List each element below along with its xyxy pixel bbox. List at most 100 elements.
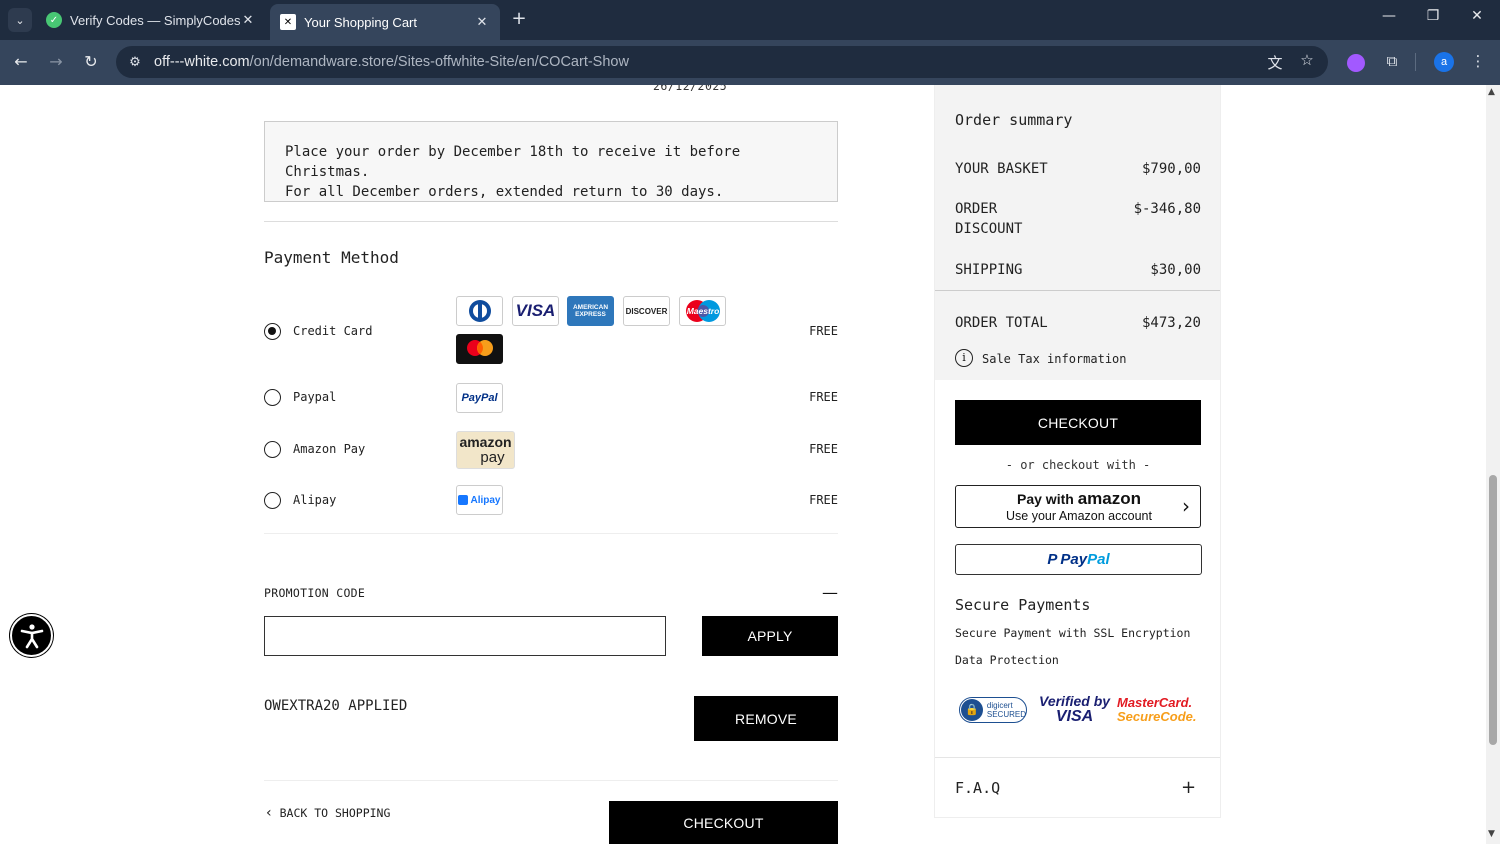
divider xyxy=(264,533,838,534)
secure-payments-title: Secure Payments xyxy=(955,596,1091,614)
paypal-word-b: Pal xyxy=(1087,551,1110,568)
close-tab-icon[interactable]: ✕ xyxy=(474,15,490,30)
alipay-mark-icon xyxy=(458,495,469,505)
mastercard-text: MasterCard. xyxy=(1117,695,1193,710)
promotion-code-input[interactable] xyxy=(264,616,666,656)
payment-option-alipay[interactable]: Alipay Alipay FREE xyxy=(264,485,838,515)
faq-title[interactable]: F.A.Q xyxy=(955,779,1000,797)
payment-label: Credit Card xyxy=(293,324,373,338)
address-bar[interactable]: ⚙ off---white.com/on/demandware.store/Si… xyxy=(116,46,1328,78)
amazon-pay-subtitle: Use your Amazon account xyxy=(1006,509,1152,523)
lock-icon: 🔒 xyxy=(961,699,983,721)
forward-arrow-icon[interactable]: → xyxy=(44,50,68,74)
alipay-logo-icon: Alipay xyxy=(456,485,503,515)
pay-logo-word: pay xyxy=(480,449,505,466)
page-scrollbar[interactable]: ▲ ▼ xyxy=(1486,85,1500,844)
back-arrow-icon[interactable]: ← xyxy=(9,50,33,74)
bookmark-star-icon[interactable]: ☆ xyxy=(1296,51,1318,69)
close-window-icon[interactable]: ✕ xyxy=(1462,8,1492,24)
mastercard-securecode-badge: MasterCard. SecureCode. xyxy=(1117,696,1196,724)
radio-credit-card[interactable] xyxy=(264,323,281,340)
visa-icon: VISA xyxy=(512,296,559,326)
amex-icon: AMERICAN EXPRESS xyxy=(567,296,614,326)
close-tab-icon[interactable]: ✕ xyxy=(240,13,256,28)
new-tab-plus-icon[interactable]: + xyxy=(508,8,530,30)
summary-divider xyxy=(935,290,1220,291)
minimize-icon[interactable]: — xyxy=(1374,8,1404,24)
mastercard-icon xyxy=(456,334,503,364)
amazon-pay-title: Pay with amazon xyxy=(956,489,1202,509)
payment-option-amazon-pay[interactable]: Amazon Pay amazon pay FREE xyxy=(264,431,838,471)
diners-club-icon xyxy=(456,296,503,326)
maestro-icon: Maestro xyxy=(679,296,726,326)
accessibility-icon[interactable] xyxy=(10,614,53,657)
chevron-left-icon: ‹ xyxy=(266,805,272,821)
or-checkout-with-text: - or checkout with - xyxy=(1005,458,1151,472)
payment-method-title: Payment Method xyxy=(264,248,399,267)
christmas-notice: Place your order by December 18th to rec… xyxy=(264,121,838,202)
extensions-puzzle-icon[interactable]: ⧉ xyxy=(1381,52,1403,70)
radio-paypal[interactable] xyxy=(264,389,281,406)
apply-button[interactable]: APPLY xyxy=(702,616,838,656)
notice-line-2: For all December orders, extended return… xyxy=(285,184,724,200)
payment-label: Paypal xyxy=(293,390,337,404)
checkout-button-bottom[interactable]: CHECKOUT xyxy=(609,801,838,844)
shipping-label: SHIPPING xyxy=(955,262,1023,278)
site-settings-icon[interactable]: ⚙ xyxy=(122,55,148,70)
tab-search-chevron-icon[interactable]: ⌄ xyxy=(8,8,32,32)
digicert-word: digicert xyxy=(986,701,1013,710)
discount-label-line-2: DISCOUNT xyxy=(955,221,1023,237)
secure-line-data: Data Protection xyxy=(955,653,1059,667)
url-host: off---white.com xyxy=(154,54,250,70)
scrollbar-thumb[interactable] xyxy=(1489,475,1497,745)
payment-price: FREE xyxy=(809,442,838,456)
shipping-value: $30,00 xyxy=(1150,262,1201,278)
notice-line-1: Place your order by December 18th to rec… xyxy=(285,144,741,180)
extension-icon[interactable] xyxy=(1347,54,1365,72)
alipay-logo-word: Alipay xyxy=(470,494,501,506)
secured-word: SECURED xyxy=(986,710,1026,719)
profile-avatar[interactable]: a xyxy=(1434,52,1454,72)
restore-icon[interactable]: ❐ xyxy=(1418,8,1448,24)
payment-option-credit-card[interactable]: Credit Card VISA AMERICAN EXPRESS DISCOV… xyxy=(264,295,838,365)
discount-value: $-346,80 xyxy=(1133,201,1201,217)
digicert-badge: 🔒 digicert SECURED xyxy=(959,697,1027,723)
discount-label: ORDER DISCOUNT xyxy=(955,199,1022,239)
verified-by-visa-badge: Verified by VISA xyxy=(1039,694,1110,725)
paypal-button[interactable]: P Pay Pal xyxy=(955,544,1202,575)
basket-row: YOUR BASKET $790,00 xyxy=(955,159,1201,179)
total-row: ORDER TOTAL $473,20 xyxy=(955,313,1201,333)
scroll-down-arrow-icon[interactable]: ▼ xyxy=(1488,829,1495,839)
browser-toolbar: ← → ↻ ⚙ off---white.com/on/demandware.st… xyxy=(0,40,1500,85)
translate-icon[interactable]: ⽂ xyxy=(1264,52,1286,73)
basket-value: $790,00 xyxy=(1141,161,1201,177)
page-content: 26/12/2025 Place your order by December … xyxy=(0,85,1486,844)
payment-label: Amazon Pay xyxy=(293,442,366,456)
visa-text: VISA xyxy=(1055,708,1094,725)
radio-amazon-pay[interactable] xyxy=(264,441,281,458)
svg-text:Maestro: Maestro xyxy=(686,306,719,316)
sale-tax-info-link[interactable]: Sale Tax information xyxy=(982,352,1127,366)
discount-label-line-1: ORDER xyxy=(955,201,998,217)
radio-alipay[interactable] xyxy=(264,492,281,509)
info-icon[interactable]: i xyxy=(955,349,973,367)
more-menu-icon[interactable]: ⋮ xyxy=(1467,52,1489,70)
payment-option-paypal[interactable]: Paypal PayPal FREE xyxy=(264,383,838,413)
discover-icon: DISCOVER xyxy=(623,296,670,326)
securecode-text: SecureCode. xyxy=(1117,709,1197,724)
tab-title: Your Shopping Cart xyxy=(304,14,417,30)
back-to-shopping-link[interactable]: ‹ BACK TO SHOPPING xyxy=(266,805,390,821)
reload-icon[interactable]: ↻ xyxy=(79,50,103,74)
tab-simplycodes[interactable]: ✓ Verify Codes — SimplyCodes ✕ xyxy=(36,4,266,36)
amazon-pay-button[interactable]: Pay with amazon Use your Amazon account … xyxy=(955,485,1201,528)
remove-button[interactable]: REMOVE xyxy=(694,696,838,741)
expand-plus-icon[interactable]: + xyxy=(1181,777,1196,798)
collapse-minus-icon[interactable]: — xyxy=(822,583,838,602)
promotion-code-label: PROMOTION CODE xyxy=(264,586,366,600)
tab-shopping-cart[interactable]: ✕ Your Shopping Cart ✕ xyxy=(270,4,500,40)
discount-row: ORDER DISCOUNT $-346,80 xyxy=(955,199,1201,239)
scroll-up-arrow-icon[interactable]: ▲ xyxy=(1488,87,1495,97)
order-summary-panel: Order summary YOUR BASKET $790,00 ORDER D… xyxy=(934,85,1221,818)
faq-divider xyxy=(935,757,1220,758)
checkout-button[interactable]: CHECKOUT xyxy=(955,400,1201,445)
